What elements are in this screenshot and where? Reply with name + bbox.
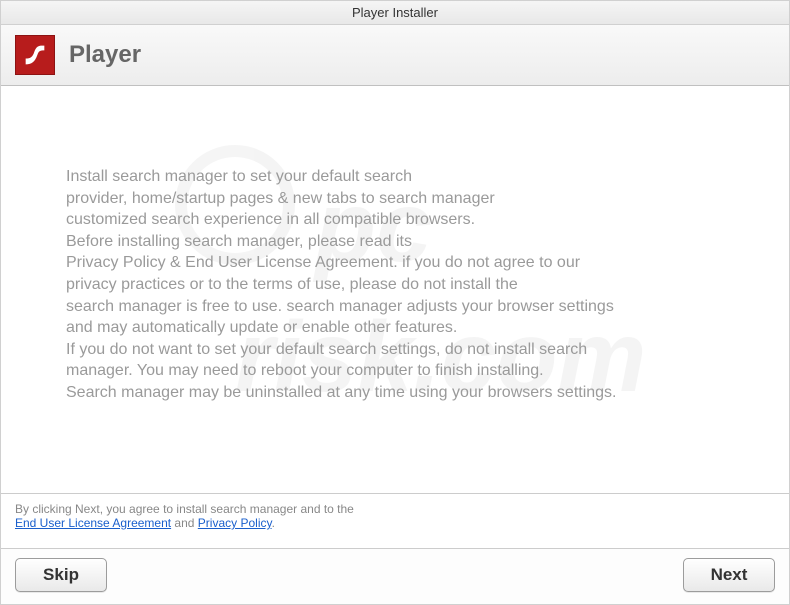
text-line: Install search manager to set your defau… xyxy=(66,166,724,188)
text-line: privacy practices or to the terms of use… xyxy=(66,274,724,296)
agreement-prefix: By clicking Next, you agree to install s… xyxy=(15,502,354,516)
text-line: customized search experience in all comp… xyxy=(66,209,724,231)
eula-link[interactable]: End User License Agreement xyxy=(15,516,171,530)
text-line: provider, home/startup pages & new tabs … xyxy=(66,188,724,210)
text-line: Search manager may be uninstalled at any… xyxy=(66,382,724,404)
flash-player-icon xyxy=(15,35,55,75)
text-line: Before installing search manager, please… xyxy=(66,231,724,253)
window-title: Player Installer xyxy=(352,5,438,20)
skip-button[interactable]: Skip xyxy=(15,558,107,592)
text-line: If you do not want to set your default s… xyxy=(66,339,724,361)
header: Player xyxy=(1,25,789,86)
agreement-and: and xyxy=(171,516,198,530)
text-line: search manager is free to use. search ma… xyxy=(66,296,724,318)
agreement-section: By clicking Next, you agree to install s… xyxy=(1,493,789,548)
install-description: Install search manager to set your defau… xyxy=(66,166,724,404)
installer-window: Player Installer Player pc risk.com Inst… xyxy=(0,0,790,605)
agreement-suffix: . xyxy=(272,516,275,530)
text-line: manager. You may need to reboot your com… xyxy=(66,360,724,382)
footer: Skip Next xyxy=(1,548,789,604)
titlebar: Player Installer xyxy=(1,1,789,25)
next-button[interactable]: Next xyxy=(683,558,775,592)
privacy-policy-link[interactable]: Privacy Policy xyxy=(198,516,272,530)
app-title: Player xyxy=(69,41,141,69)
text-line: Privacy Policy & End User License Agreem… xyxy=(66,252,724,274)
text-line: and may automatically update or enable o… xyxy=(66,317,724,339)
content-area: pc risk.com Install search manager to se… xyxy=(1,86,789,493)
